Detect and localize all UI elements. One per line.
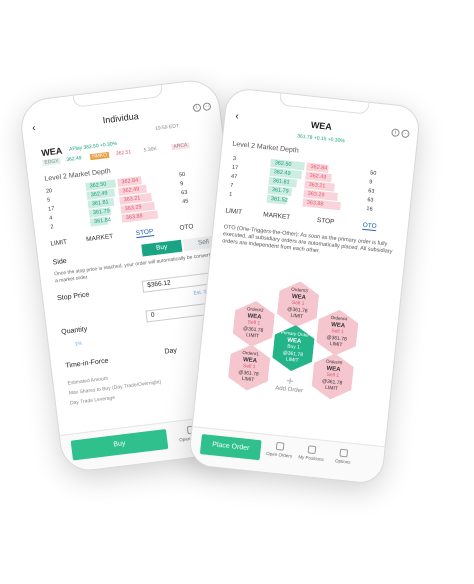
- price-ask: 362.51: [115, 149, 132, 157]
- info-icon[interactable]: i: [391, 128, 400, 138]
- tab-market[interactable]: MARKET: [263, 211, 291, 221]
- positions-icon: [307, 445, 317, 455]
- badge-n: NMKO: [89, 151, 110, 161]
- symbol: WEA: [40, 145, 63, 159]
- nav-my-positions[interactable]: My Positions: [298, 444, 325, 462]
- place-order-button[interactable]: Place Order: [199, 434, 262, 461]
- order-card-3[interactable]: Order#3 WEA Sell 1 @361.78 LIMIT: [276, 279, 321, 329]
- add-order-button[interactable]: + Add Order: [264, 372, 316, 395]
- phone-notch: [278, 93, 370, 115]
- order-hex-grid: Order#2 WEA Sell 1 @361.78 LIMIT Order#3 WEA S…: [205, 273, 378, 419]
- tab-oto[interactable]: OTO: [179, 223, 194, 232]
- quantity-hint: 1%: [74, 340, 83, 348]
- phone-right: ‹ WEA i ⋯ 361.78 +0.15 +0.30% Level 2 Mar…: [187, 86, 422, 486]
- tab-limit[interactable]: LIMIT: [50, 239, 67, 248]
- stop-price-label: Stop Price: [56, 291, 90, 303]
- buy-button[interactable]: Buy: [141, 239, 183, 257]
- info-icon[interactable]: i: [192, 103, 202, 113]
- depth-table: 3 362.50 362.84 50 17 362.49 362.49 9 47 361.81…: [229, 155, 383, 215]
- left-header: ‹ Individua i ⋯: [21, 98, 220, 140]
- primary-order-card[interactable]: Primary Order WEA Buy 1 @361.78 LIMIT: [271, 323, 316, 373]
- side-label: Side: [52, 257, 68, 267]
- tab-oto[interactable]: OTO: [362, 221, 377, 232]
- options-icon: [339, 448, 349, 458]
- quote: APlay 362.50 +0.30%: [68, 140, 118, 153]
- tif-select[interactable]: Day: [164, 347, 177, 355]
- phone-notch: [72, 84, 164, 108]
- right-bottom-bar: Place Order Open Orders My Positions Opt…: [188, 426, 385, 485]
- orders-icon: [275, 441, 285, 451]
- nav-options[interactable]: Options: [330, 448, 357, 466]
- tab-stop[interactable]: STOP: [135, 228, 154, 239]
- order-card-4[interactable]: Order#4 WEA Sell 1 @361.78 LIMIT: [315, 308, 360, 358]
- time-label: 19:59 EDT: [154, 123, 180, 133]
- market-depth-title: Level 2 Market Depth: [232, 140, 299, 155]
- badge-arca: ARCA: [171, 142, 190, 151]
- size-b: 5.30K: [143, 146, 158, 154]
- badge-edgx: EDGX: [42, 157, 61, 167]
- estimated-amount: Estimated Amount: [67, 375, 109, 387]
- tif-label: Time-in-Force: [65, 357, 109, 370]
- order-card-5[interactable]: Order#5 WEA Sell 1 @361.78 LIMIT: [310, 351, 355, 401]
- settings-icon[interactable]: ⋯: [401, 129, 410, 139]
- nav-open-orders[interactable]: Open Orders: [266, 441, 293, 459]
- order-card-2[interactable]: Order#2 WEA Sell 1 @361.78 LIMIT: [231, 299, 276, 349]
- buy-action-button[interactable]: Buy: [70, 428, 169, 461]
- price-bid: 362.49: [66, 155, 82, 164]
- tab-stop[interactable]: STOP: [317, 217, 335, 226]
- tab-limit[interactable]: LIMIT: [225, 207, 242, 216]
- quantity-label: Quantity: [60, 325, 88, 336]
- day-trade-leverage: Day Trade Leverage: [69, 394, 116, 407]
- settings-icon[interactable]: ⋯: [202, 102, 212, 112]
- tab-market[interactable]: MARKET: [86, 233, 114, 243]
